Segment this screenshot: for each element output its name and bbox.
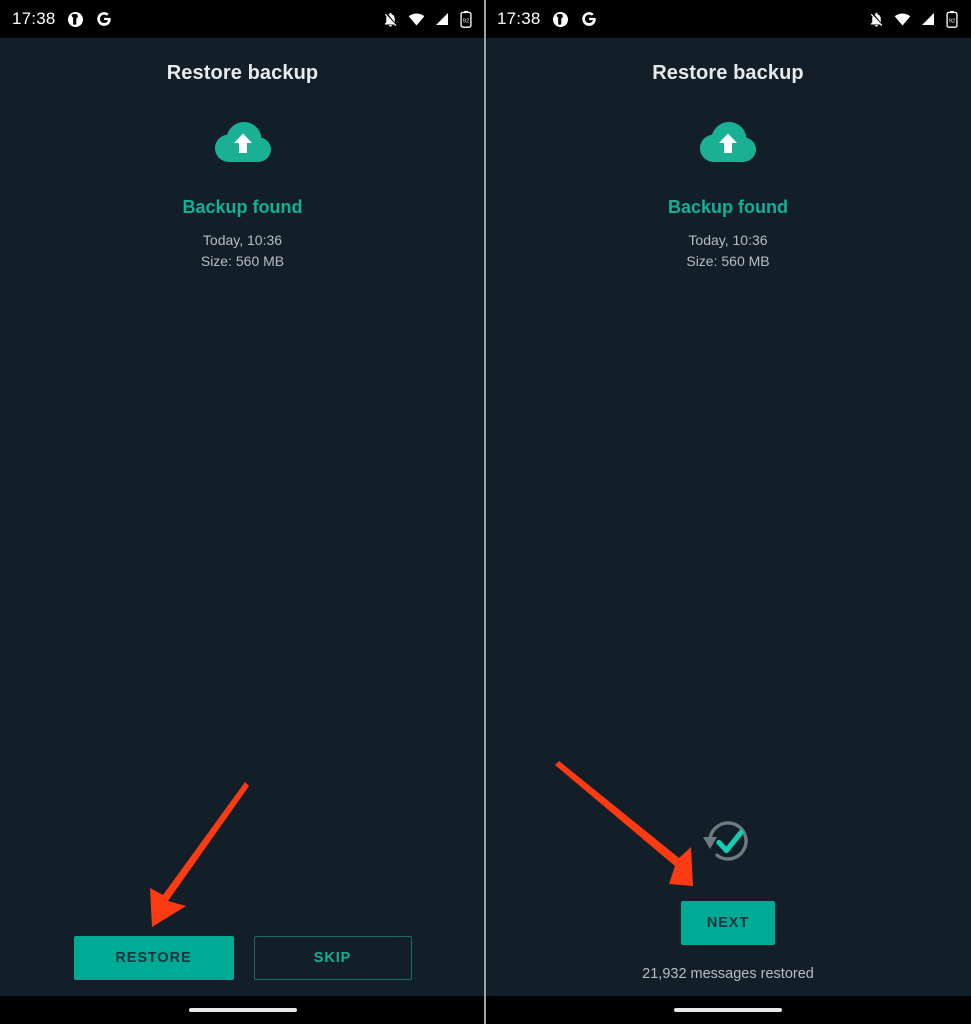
google-icon <box>581 12 596 26</box>
battery-level-text: 92 <box>949 18 955 24</box>
backup-date: Today, 10:36 <box>688 232 768 248</box>
navigation-bar-right <box>485 996 971 1024</box>
restore-complete-check-icon <box>697 810 759 877</box>
right-screen-content: Restore backup Backup found Today, 10:36… <box>485 38 971 996</box>
panel-divider <box>484 0 486 1024</box>
status-bar-left-group-2: 17:38 <box>497 9 598 29</box>
status-bar-right-group-2: 92 <box>868 10 959 28</box>
google-icon <box>96 12 111 26</box>
left-action-bar: RESTORE SKIP <box>0 936 485 980</box>
next-button[interactable]: NEXT <box>681 901 775 945</box>
dual-screenshot-container: 17:38 92 Restore backup Backup found Tod… <box>0 0 971 1024</box>
backup-status-label: Backup found <box>668 197 788 217</box>
page-title: Restore backup <box>166 62 319 84</box>
left-phone-screen: 17:38 92 Restore backup Backup found Tod… <box>0 0 485 1024</box>
mute-notifications-icon <box>384 12 397 27</box>
right-action-area: NEXT 21,932 messages restored <box>485 810 971 982</box>
status-bar-right-group: 92 <box>382 10 473 28</box>
wifi-icon <box>408 12 425 26</box>
mute-notifications-icon <box>870 12 883 27</box>
home-gesture-pill[interactable] <box>674 1008 782 1012</box>
left-screen-content: Restore backup Backup found Today, 10:36… <box>0 38 485 996</box>
backup-status-label: Backup found <box>182 197 303 217</box>
status-bar-clock: 17:38 <box>12 9 56 28</box>
cloud-upload-icon <box>697 116 759 169</box>
backup-details: Today, 10:36 Size: 560 MB <box>686 230 769 272</box>
annotation-arrow-restore <box>150 782 249 927</box>
skip-button[interactable]: SKIP <box>253 936 412 980</box>
notification-app-icon <box>552 11 568 27</box>
signal-icon <box>922 13 934 25</box>
status-bar-left-group: 17:38 <box>12 9 113 29</box>
status-bar-left: 17:38 92 <box>0 0 485 38</box>
home-gesture-pill[interactable] <box>188 1008 297 1012</box>
status-bar-right: 17:38 92 <box>485 0 971 38</box>
cloud-upload-icon <box>212 116 274 169</box>
status-bar-clock-2: 17:38 <box>497 9 541 28</box>
battery-icon: 92 <box>946 10 958 28</box>
notification-app-icon <box>67 11 83 27</box>
battery-icon: 92 <box>460 10 472 28</box>
right-phone-screen: 17:38 92 Restore backup Backup found Tod… <box>485 0 971 1024</box>
backup-date: Today, 10:36 <box>202 232 283 248</box>
backup-details: Today, 10:36 Size: 560 MB <box>201 230 284 272</box>
backup-size: Size: 560 MB <box>686 253 770 269</box>
battery-level-text: 92 <box>463 18 469 24</box>
backup-size: Size: 560 MB <box>200 253 285 269</box>
signal-icon <box>436 13 448 25</box>
restored-messages-count: 21,932 messages restored <box>642 966 814 982</box>
navigation-bar-left <box>0 996 485 1024</box>
page-title: Restore backup <box>652 62 804 84</box>
wifi-icon <box>894 12 911 26</box>
restore-button[interactable]: RESTORE <box>73 936 234 980</box>
